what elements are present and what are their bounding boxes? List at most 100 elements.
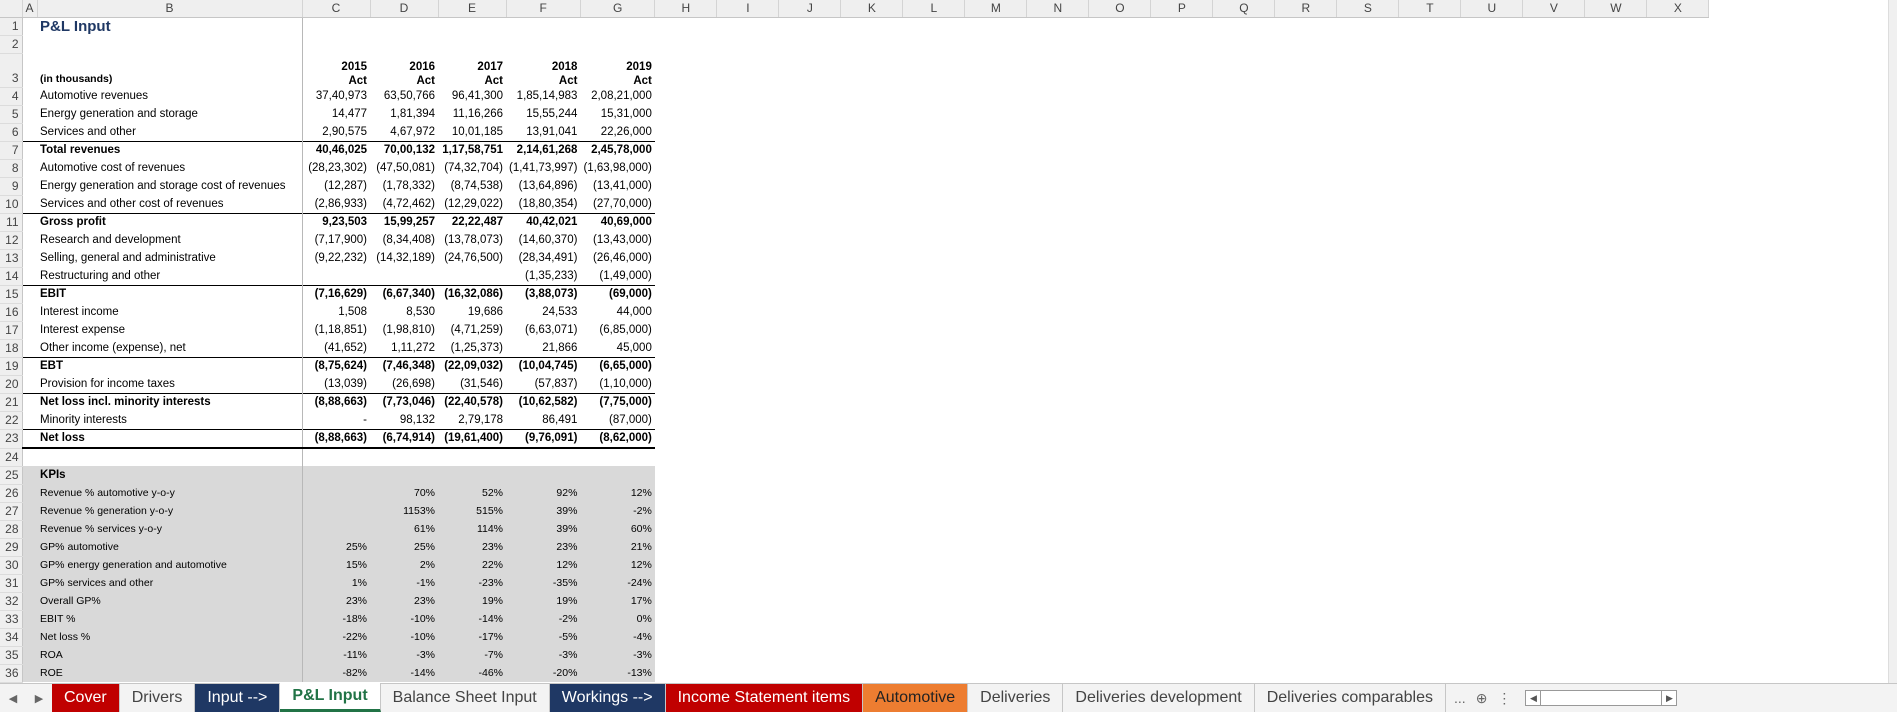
value-cell[interactable]: (13,43,000) [580, 232, 654, 250]
empty-cell[interactable] [841, 232, 903, 250]
value-cell[interactable]: 25% [302, 538, 371, 556]
empty-cell[interactable] [1337, 664, 1399, 682]
empty-cell[interactable] [965, 18, 1027, 36]
empty-cell[interactable] [1151, 322, 1213, 340]
empty-cell[interactable] [1523, 178, 1585, 196]
empty-cell[interactable] [1027, 664, 1089, 682]
empty-cell[interactable] [965, 502, 1027, 520]
empty-cell[interactable] [1089, 484, 1151, 502]
empty-cell[interactable] [1337, 646, 1399, 664]
sheet-tab-income-statement-items[interactable]: Income Statement items [665, 684, 864, 712]
empty-cell[interactable] [1027, 358, 1089, 376]
empty-cell[interactable] [779, 106, 841, 124]
empty-cell[interactable] [1275, 214, 1337, 232]
column-header-q[interactable]: Q [1212, 0, 1276, 18]
value-cell[interactable]: 4,67,972 [370, 124, 438, 142]
value-cell[interactable]: (4,71,259) [438, 322, 506, 340]
empty-cell[interactable] [841, 520, 903, 538]
sheet-tab-workings[interactable]: Workings --> [549, 684, 666, 712]
empty-cell[interactable] [1213, 124, 1275, 142]
empty-cell[interactable] [1089, 160, 1151, 178]
empty-cell[interactable] [1647, 574, 1709, 592]
empty-cell[interactable] [1027, 160, 1089, 178]
empty-cell[interactable] [1275, 646, 1337, 664]
empty-cell[interactable] [1523, 358, 1585, 376]
row-header-29[interactable]: 29 [0, 538, 23, 557]
empty-cell[interactable] [841, 340, 903, 358]
empty-cell[interactable] [779, 160, 841, 178]
empty-cell[interactable] [1585, 268, 1647, 286]
empty-cell[interactable] [1585, 214, 1647, 232]
row-label[interactable]: EBIT % [37, 610, 303, 628]
value-cell[interactable]: (1,41,73,997) [506, 160, 580, 178]
empty-cell[interactable] [779, 178, 841, 196]
row-header-26[interactable]: 26 [0, 484, 23, 503]
empty-cell[interactable] [1275, 340, 1337, 358]
empty-cell[interactable] [965, 448, 1027, 466]
empty-cell[interactable] [1151, 574, 1213, 592]
empty-cell[interactable] [779, 232, 841, 250]
sheet-tab-automotive[interactable]: Automotive [863, 684, 969, 712]
value-cell[interactable]: 19,686 [438, 304, 506, 322]
empty-cell[interactable] [1089, 196, 1151, 214]
sheet-tab-deliveries-development[interactable]: Deliveries development [1063, 684, 1255, 712]
cell-a[interactable] [22, 610, 38, 628]
value-cell[interactable] [438, 36, 506, 54]
value-cell[interactable] [302, 484, 371, 502]
cell-a[interactable] [22, 357, 38, 376]
empty-cell[interactable] [1585, 628, 1647, 646]
empty-cell[interactable] [1523, 628, 1585, 646]
empty-cell[interactable] [1585, 196, 1647, 214]
empty-cell[interactable] [655, 610, 717, 628]
empty-cell[interactable] [1399, 628, 1461, 646]
empty-cell[interactable] [1213, 394, 1275, 412]
value-cell[interactable]: 2018 Act [506, 54, 580, 88]
value-cell[interactable]: (14,32,189) [370, 250, 438, 268]
column-header-x[interactable]: X [1646, 0, 1710, 18]
cell-a[interactable] [22, 538, 38, 556]
value-cell[interactable]: 86,491 [506, 412, 580, 430]
empty-cell[interactable] [1647, 556, 1709, 574]
empty-cell[interactable] [903, 628, 965, 646]
empty-cell[interactable] [717, 250, 779, 268]
empty-cell[interactable] [717, 448, 779, 466]
scroll-right-arrow-icon[interactable]: ▶ [1661, 690, 1678, 706]
value-cell[interactable]: 70,00,132 [370, 141, 439, 160]
cell-a[interactable] [22, 322, 37, 340]
empty-cell[interactable] [655, 160, 717, 178]
empty-cell[interactable] [1275, 286, 1337, 304]
empty-cell[interactable] [903, 466, 965, 484]
empty-cell[interactable] [1647, 340, 1709, 358]
empty-cell[interactable] [655, 376, 717, 394]
empty-cell[interactable] [903, 36, 965, 54]
column-header-b[interactable]: B [37, 0, 303, 18]
empty-cell[interactable] [1027, 142, 1089, 160]
empty-cell[interactable] [655, 250, 717, 268]
empty-cell[interactable] [841, 556, 903, 574]
row-header-20[interactable]: 20 [0, 375, 23, 394]
value-cell[interactable]: (8,75,624) [302, 357, 371, 376]
row-label[interactable]: Gross profit [37, 213, 303, 232]
empty-cell[interactable] [1089, 178, 1151, 196]
empty-cell[interactable] [1585, 448, 1647, 466]
empty-cell[interactable] [1089, 358, 1151, 376]
value-cell[interactable]: (87,000) [580, 412, 654, 430]
empty-cell[interactable] [1399, 322, 1461, 340]
empty-cell[interactable] [1027, 448, 1089, 466]
empty-cell[interactable] [1399, 124, 1461, 142]
empty-cell[interactable] [1151, 646, 1213, 664]
empty-cell[interactable] [841, 376, 903, 394]
column-header-k[interactable]: K [840, 0, 904, 18]
empty-cell[interactable] [1585, 250, 1647, 268]
empty-cell[interactable] [717, 196, 779, 214]
empty-cell[interactable] [1399, 430, 1461, 449]
empty-cell[interactable] [1213, 54, 1275, 88]
empty-cell[interactable] [1089, 502, 1151, 520]
value-cell[interactable]: (8,88,663) [302, 429, 371, 449]
empty-cell[interactable] [1461, 304, 1523, 322]
empty-cell[interactable] [1461, 268, 1523, 286]
empty-cell[interactable] [1337, 322, 1399, 340]
column-header-f[interactable]: F [506, 0, 581, 18]
empty-cell[interactable] [1647, 160, 1709, 178]
empty-cell[interactable] [1213, 286, 1275, 304]
